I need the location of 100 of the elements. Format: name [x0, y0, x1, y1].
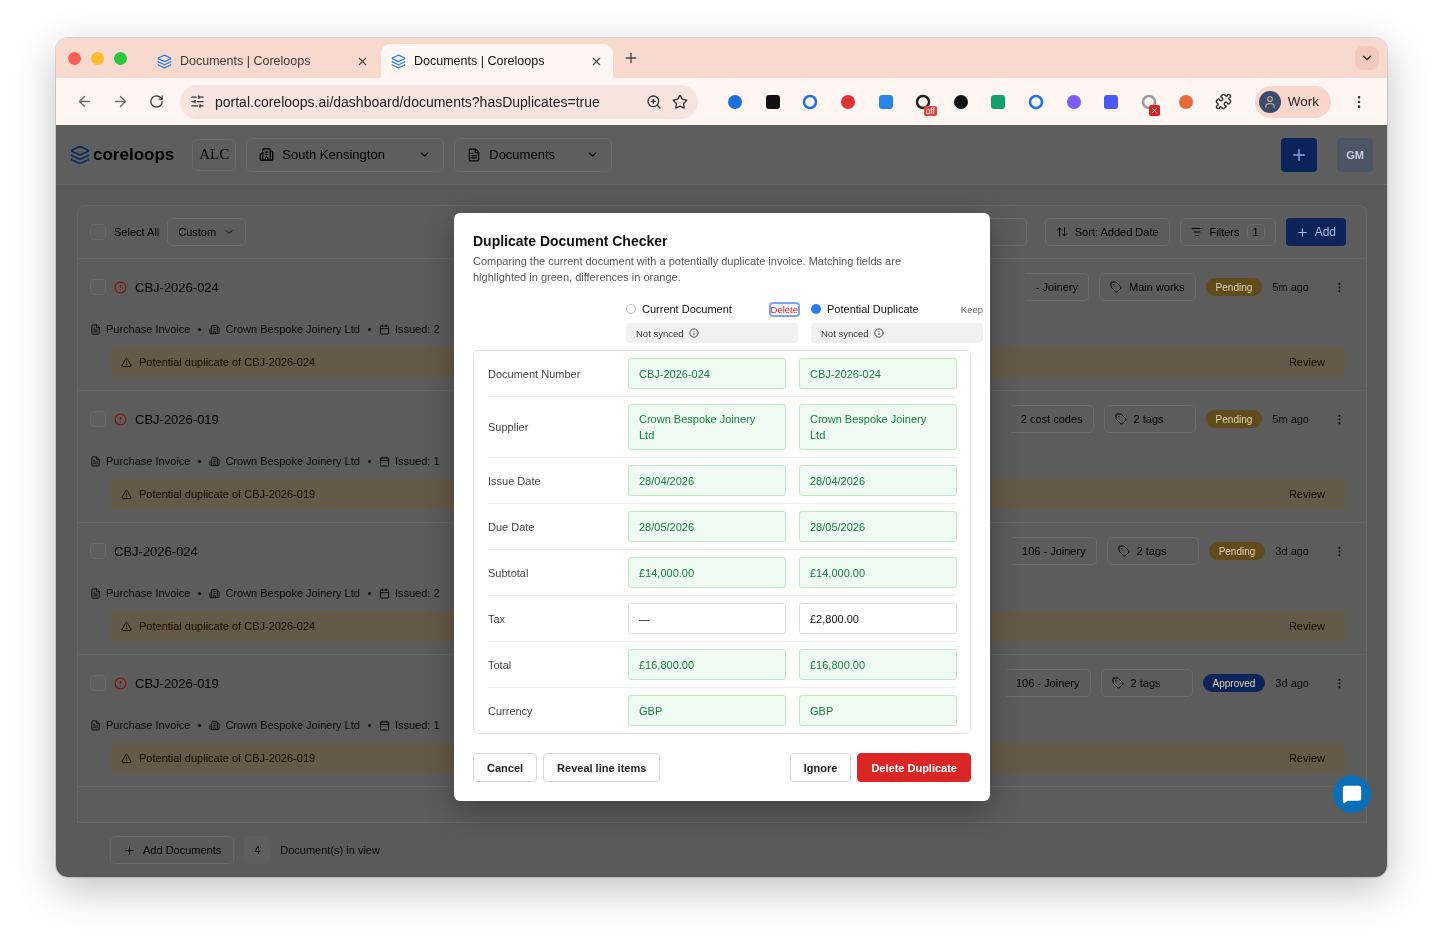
view-dropdown[interactable]: Custom [167, 218, 247, 246]
field-value: 28/05/2026 [628, 511, 786, 542]
logo-icon [70, 144, 90, 165]
calendar-icon [378, 323, 390, 335]
document-number[interactable]: CBJ-2026-024 [135, 279, 219, 295]
supplier-name: Crown Bespoke Joinery Ltd [225, 323, 360, 335]
warning-text: Potential duplicate of CBJ-2026-024 [139, 620, 316, 632]
building-icon [209, 719, 221, 731]
calendar-icon [378, 587, 390, 599]
tag-icon [1114, 413, 1127, 425]
section-dropdown[interactable]: Documents [454, 137, 613, 172]
dialog-button[interactable]: Reveal line items [543, 753, 661, 782]
tags-chip: 2 tags [1103, 405, 1196, 433]
document-icon [90, 719, 101, 731]
review-link[interactable]: Review [1288, 356, 1325, 368]
radio-button[interactable] [811, 304, 821, 314]
field-value: £14,000.00 [628, 557, 786, 588]
text-field[interactable] [991, 218, 1027, 246]
field-value: — [628, 603, 786, 634]
field-label: Tax [488, 612, 507, 625]
field-value: GBP [799, 695, 957, 726]
user-avatar[interactable]: GM [1337, 137, 1373, 172]
square-icon [990, 93, 1007, 110]
extension-badge: off [923, 105, 937, 116]
time-ago: 3d ago [1275, 545, 1309, 557]
issued-date: Issued: 1 [394, 719, 440, 731]
document-type: Purchase Invoice [106, 587, 191, 599]
column-label: Current Document [642, 303, 733, 315]
review-link[interactable]: Review [1288, 488, 1325, 500]
delete-button[interactable]: Delete Duplicate [857, 753, 971, 782]
plus-icon [1295, 225, 1309, 239]
tag-icon [1111, 677, 1124, 689]
profile-button[interactable]: Work [1254, 85, 1331, 118]
close-window-icon[interactable] [68, 51, 81, 65]
document-number[interactable]: CBJ-2026-019 [135, 411, 219, 427]
column-label: Potential Duplicate [827, 303, 920, 315]
document-icon [90, 455, 101, 467]
review-link[interactable]: Review [1288, 752, 1325, 764]
status-badge: Pending [1205, 278, 1263, 296]
circle-icon [952, 93, 969, 110]
building-icon [209, 455, 221, 467]
warning-text: Potential duplicate of CBJ-2026-024 [139, 356, 316, 368]
reload-icon[interactable] [148, 94, 164, 109]
info-icon[interactable] [688, 328, 699, 338]
circle-icon [727, 93, 744, 110]
time-ago: 3d ago [1275, 677, 1309, 689]
document-type: Purchase Invoice [106, 323, 191, 335]
layers-icon [391, 53, 406, 69]
site-settings-icon[interactable] [190, 94, 205, 109]
separator-dot [367, 327, 371, 331]
warning-icon [121, 356, 132, 368]
profile-name: Work [1287, 94, 1319, 109]
separator-dot [198, 591, 202, 595]
square-icon [764, 93, 781, 110]
separator-dot [198, 327, 202, 331]
separator-dot [198, 459, 202, 463]
separator-dot [367, 459, 371, 463]
supplier-name: Crown Bespoke Joinery Ltd [225, 587, 360, 599]
ring-icon [1027, 93, 1044, 110]
dialog-button[interactable]: Cancel [473, 753, 538, 782]
building-icon [209, 323, 221, 335]
dialog-button[interactable]: Ignore [789, 753, 852, 782]
document-icon [90, 323, 101, 335]
document-number[interactable]: CBJ-2026-024 [114, 543, 198, 559]
add-document-button[interactable]: Add [1285, 218, 1346, 246]
circle-icon [1065, 93, 1082, 110]
tab-list-button[interactable] [1355, 46, 1379, 70]
org-logo: ALC [192, 138, 237, 171]
site-dropdown[interactable]: South Kensington [246, 137, 445, 172]
layers-icon [157, 53, 172, 69]
supplier-name: Crown Bespoke Joinery Ltd [225, 719, 360, 731]
error-badge [1149, 104, 1161, 116]
add-documents-button[interactable]: Add Documents [110, 836, 235, 864]
field-label: Issue Date [488, 474, 542, 487]
tags-chip: Main works [1098, 273, 1196, 301]
sort-button[interactable]: Sort: Added Date [1044, 218, 1170, 246]
action-link[interactable]: Keep [960, 303, 983, 315]
square-icon [877, 93, 894, 110]
extension-button[interactable]: off [906, 86, 940, 117]
document-type: Purchase Invoice [106, 455, 191, 467]
zoom-icon[interactable] [646, 93, 663, 110]
select-all-label[interactable]: Select All [114, 226, 160, 238]
add-button[interactable] [1281, 137, 1317, 172]
dialog-description: Comparing the current document with a potentially duplicate invoice. Matching fields are highlighted in green, differences in orange. [473, 254, 902, 285]
field-value: Crown Bespoke Joinery Ltd [799, 404, 957, 450]
document-number[interactable]: CBJ-2026-019 [135, 675, 219, 691]
field-value: CBJ-2026-024 [799, 358, 957, 389]
tags-chip: 2 tags [1100, 669, 1193, 697]
extensions-icon[interactable] [1215, 93, 1233, 110]
status-badge: Pending [1208, 542, 1266, 560]
action-link[interactable]: Delete [770, 303, 798, 315]
bookmark-star-icon[interactable] [672, 93, 689, 110]
info-icon[interactable] [873, 328, 884, 338]
browser-tab[interactable]: Documents | Coreloops [381, 44, 613, 78]
browser-tab[interactable]: Documents | Coreloops [147, 44, 379, 78]
calendar-icon [378, 719, 390, 731]
review-link[interactable]: Review [1288, 620, 1325, 632]
new-tab-icon[interactable] [623, 50, 639, 66]
filters-button[interactable]: Filters 1 [1179, 218, 1276, 246]
address-bar[interactable]: portal.coreloops.ai/dashboard/documents?hasDuplicates=true [180, 84, 699, 119]
